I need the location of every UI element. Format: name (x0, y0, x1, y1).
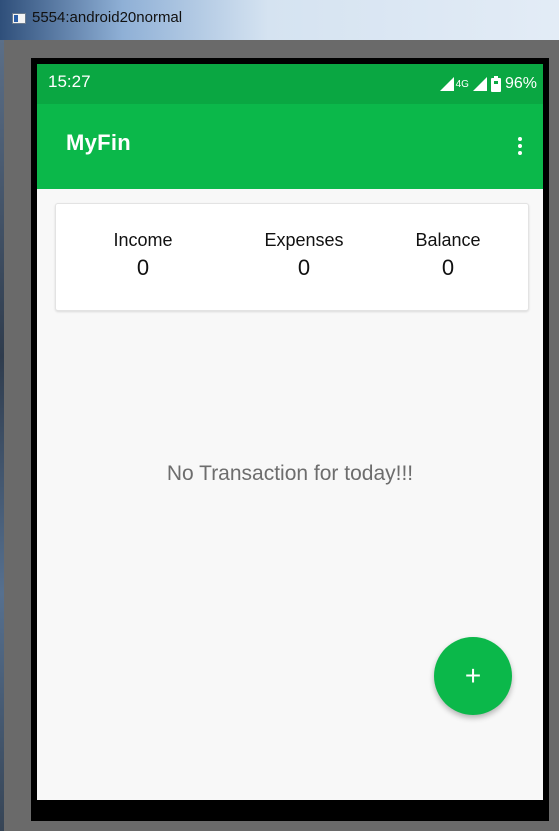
menu-dot (518, 144, 522, 148)
income-stat: Income 0 (78, 230, 208, 281)
balance-stat: Balance 0 (383, 230, 513, 281)
balance-label: Balance (415, 230, 481, 250)
income-value: 0 (136, 255, 150, 280)
empty-state-message: No Transaction for today!!! (166, 462, 414, 485)
expenses-value: 0 (297, 255, 311, 280)
cell-signal-icon (472, 77, 487, 91)
battery-level: 96% (504, 75, 537, 92)
balance-value: 0 (441, 255, 455, 280)
battery-icon (490, 76, 501, 92)
status-time: 15:27 (48, 72, 91, 91)
app-title: MyFin (66, 130, 132, 155)
expenses-stat: Expenses 0 (239, 230, 369, 281)
expenses-label: Expenses (264, 230, 344, 250)
add-icon: + (464, 660, 482, 691)
signal-icon (439, 77, 454, 91)
device-frame: 15:27 4G 96% MyFin Income 0 Expenses 0 B… (31, 58, 549, 821)
add-transaction-button[interactable]: + (434, 637, 512, 715)
menu-dot (518, 137, 522, 141)
income-label: Income (113, 230, 173, 250)
more-vert-icon[interactable] (505, 126, 535, 166)
emulator-app-icon (12, 13, 26, 24)
summary-card: Income 0 Expenses 0 Balance 0 (55, 203, 529, 311)
device-screen: 15:27 4G 96% MyFin Income 0 Expenses 0 B… (37, 64, 543, 800)
network-type: 4G (455, 78, 469, 90)
app-bar: MyFin (37, 104, 543, 189)
menu-dot (518, 151, 522, 155)
emulator-window-title: 5554:android20normal (32, 9, 183, 26)
status-indicators: 4G 96% (439, 72, 537, 96)
status-bar: 15:27 4G 96% (37, 64, 543, 104)
emulator-window-titlebar[interactable]: 5554:android20normal (0, 0, 559, 40)
desktop-edge (0, 40, 4, 831)
